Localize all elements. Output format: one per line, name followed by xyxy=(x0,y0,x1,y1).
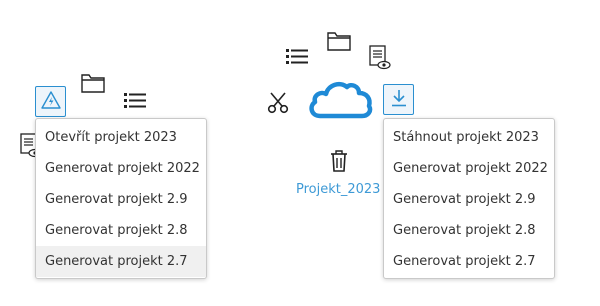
folder-icon[interactable] xyxy=(81,73,105,93)
menu-item-generate-project-2-9[interactable]: Generovat projekt 2.9 xyxy=(384,184,554,215)
list-icon[interactable] xyxy=(286,48,308,65)
menu-item-generate-project-2-7[interactable]: Generovat projekt 2.7 xyxy=(384,246,554,277)
cloud-icon[interactable] xyxy=(306,80,374,120)
trash-icon[interactable] xyxy=(329,149,349,173)
menu-item-generate-project-2-9[interactable]: Generovat projekt 2.9 xyxy=(36,184,206,215)
download-icon xyxy=(391,89,407,111)
menu-item-generate-project-2022[interactable]: Generovat projekt 2022 xyxy=(384,153,554,184)
warning-button[interactable] xyxy=(35,86,66,117)
right-project-menu: Stáhnout projekt 2023 Generovat projekt … xyxy=(383,118,555,279)
scissors-icon[interactable] xyxy=(266,90,290,114)
folder-icon[interactable] xyxy=(327,31,351,51)
document-preview-icon[interactable] xyxy=(369,45,391,71)
menu-item-download-project-2023[interactable]: Stáhnout projekt 2023 xyxy=(384,122,554,153)
menu-item-generate-project-2022[interactable]: Generovat projekt 2022 xyxy=(36,153,206,184)
menu-item-generate-project-2-8[interactable]: Generovat projekt 2.8 xyxy=(36,215,206,246)
menu-item-open-project-2023[interactable]: Otevřít projekt 2023 xyxy=(36,122,206,153)
menu-item-generate-project-2-8[interactable]: Generovat projekt 2.8 xyxy=(384,215,554,246)
left-project-menu: Otevřít projekt 2023 Generovat projekt 2… xyxy=(35,118,207,279)
menu-item-generate-project-2-7[interactable]: Generovat projekt 2.7 xyxy=(36,246,206,277)
download-button[interactable] xyxy=(383,84,414,115)
warning-triangle-icon xyxy=(40,90,61,113)
project-name-label[interactable]: Projekt_2023 xyxy=(296,182,380,197)
list-icon[interactable] xyxy=(124,92,146,109)
